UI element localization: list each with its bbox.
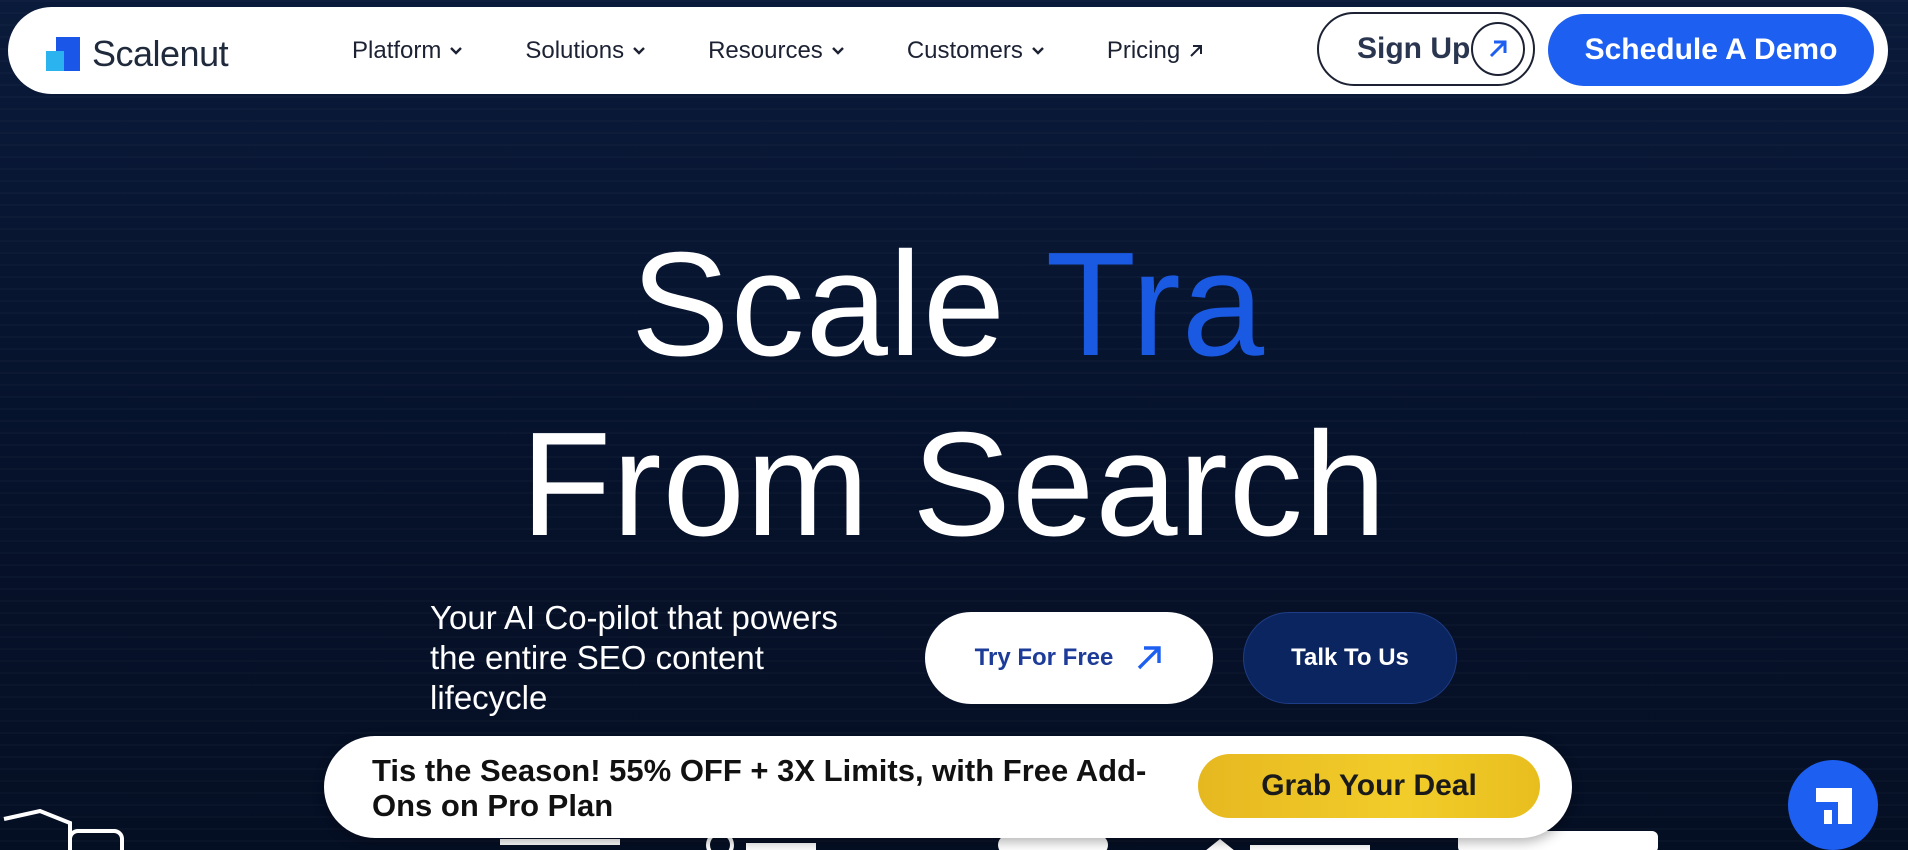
- chevron-down-icon: [450, 46, 463, 55]
- signup-button[interactable]: Sign Up: [1317, 12, 1535, 86]
- hero-headline-accent: Tra: [1045, 222, 1266, 387]
- scalenut-logo-icon: [46, 37, 80, 71]
- schedule-demo-button[interactable]: Schedule A Demo: [1548, 14, 1874, 86]
- nav-item-label: Pricing: [1106, 36, 1181, 64]
- hero-headline-prefix: Scale: [630, 222, 1007, 387]
- nav-item-label: Platform: [352, 36, 442, 64]
- arrow-up-right-icon: [1138, 646, 1162, 670]
- promo-text: Tis the Season! 55% OFF + 3X Limits, wit…: [372, 753, 1147, 823]
- chevron-down-icon: [633, 46, 645, 55]
- arrow-up-right-icon: [1471, 22, 1525, 76]
- nav-item-customers[interactable]: Customers: [907, 37, 1045, 65]
- nav-item-label: Solutions: [525, 36, 625, 64]
- top-navbar: Scalenut Platform Solutions Resources Cu…: [8, 7, 1888, 94]
- nav-item-label: Resources: [708, 36, 823, 64]
- chevron-down-icon: [831, 46, 844, 55]
- customer-logo-1: [3, 809, 124, 850]
- hero-headline-line1: Scale Tra: [0, 220, 1908, 390]
- scalenut-chat-icon: [1816, 788, 1852, 824]
- nav-item-pricing[interactable]: Pricing: [1107, 37, 1204, 65]
- main-menu: Platform Solutions Resources Customers P…: [352, 7, 1266, 94]
- nav-item-label: Customers: [906, 36, 1023, 64]
- nav-item-resources[interactable]: Resources: [708, 37, 845, 65]
- brand-name: Scalenut: [92, 33, 229, 74]
- grab-deal-button[interactable]: Grab Your Deal: [1198, 754, 1540, 818]
- hero-subtext: Your AI Co-pilot that powers the entire …: [430, 599, 838, 716]
- chat-widget-button[interactable]: [1788, 760, 1878, 850]
- customer-logo-2: [500, 839, 620, 845]
- hero-headline-line2: From Search: [520, 402, 1388, 567]
- signup-label: Sign Up: [1357, 32, 1471, 65]
- arrow-up-right-icon: [1190, 44, 1203, 57]
- scalenut-logo[interactable]: Scalenut: [46, 33, 229, 75]
- try-for-free-button[interactable]: Try For Free: [925, 612, 1213, 704]
- talk-to-us-button[interactable]: Talk To Us: [1243, 612, 1457, 704]
- chevron-down-icon: [1031, 46, 1044, 55]
- nav-item-solutions[interactable]: Solutions: [525, 37, 646, 65]
- promo-banner: Tis the Season! 55% OFF + 3X Limits, wit…: [324, 736, 1572, 838]
- nav-item-platform[interactable]: Platform: [352, 37, 463, 65]
- try-label: Try For Free: [974, 644, 1114, 671]
